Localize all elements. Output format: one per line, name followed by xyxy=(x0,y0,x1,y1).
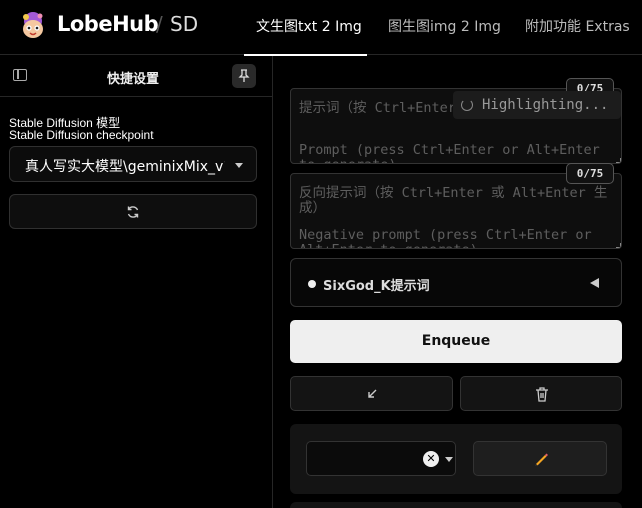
negative-placeholder-zh: 反向提示词（按 Ctrl+Enter 或 Alt+Enter 生成） xyxy=(299,185,608,216)
model-checkpoint-select[interactable]: 真人写实大模型\geminixMix_v10.safetensors xyxy=(9,146,257,182)
model-label: Stable Diffusion 模型 Stable Diffusion che… xyxy=(9,117,154,141)
enqueue-button[interactable]: Enqueue xyxy=(290,320,622,363)
highlight-status: Highlighting... xyxy=(453,91,621,119)
pin-icon xyxy=(238,69,250,82)
chevron-down-icon xyxy=(445,457,453,462)
negative-placeholder-en: Negative prompt (press Ctrl+Enter or Alt… xyxy=(299,227,592,249)
tab-img2img[interactable]: 图生图img 2 Img xyxy=(388,16,501,36)
brand-separator: / xyxy=(156,12,163,36)
styles-select[interactable]: ✕ xyxy=(306,441,456,476)
tab-txt2img[interactable]: 文生图txt 2 Img xyxy=(256,16,362,36)
brand-name: LobeHub xyxy=(57,12,159,36)
next-panel-edge xyxy=(290,502,622,508)
tab-extras[interactable]: 附加功能 Extras xyxy=(525,16,630,36)
chevron-down-icon xyxy=(235,163,243,168)
apply-styles-button[interactable] xyxy=(290,376,453,411)
logo-avatar-icon xyxy=(23,12,43,38)
quick-settings-sidebar: 快捷设置 Stable Diffusion 模型 Stable Diffusio… xyxy=(0,56,273,508)
resize-handle[interactable] xyxy=(616,158,621,163)
styles-panel: ✕ xyxy=(290,424,622,494)
sixgod-label: SixGod_K提示词 xyxy=(323,279,430,294)
negative-prompt-textarea[interactable]: 反向提示词（按 Ctrl+Enter 或 Alt+Enter 生成） Negat… xyxy=(290,173,622,249)
highlight-status-text: Highlighting... xyxy=(482,97,609,113)
resize-handle[interactable] xyxy=(616,243,621,248)
brand-sub: SD xyxy=(170,12,199,36)
spinner-icon xyxy=(461,99,473,111)
sixgod-prompt-accordion[interactable]: SixGod_K提示词 xyxy=(290,258,622,307)
sidebar-header: 快捷设置 xyxy=(0,56,273,97)
arrow-down-left-icon xyxy=(368,389,377,398)
clear-icon[interactable]: ✕ xyxy=(423,451,439,467)
sidebar-title: 快捷设置 xyxy=(106,72,159,87)
refresh-models-button[interactable] xyxy=(9,194,257,229)
model-value: 真人写实大模型\geminixMix_v10.safetensors xyxy=(25,159,225,175)
refresh-icon xyxy=(127,206,139,218)
model-label-en: Stable Diffusion checkpoint xyxy=(9,128,154,142)
trash-icon xyxy=(536,387,548,402)
clear-prompt-button[interactable] xyxy=(460,376,622,411)
triangle-left-icon xyxy=(590,278,599,288)
negative-token-counter: 0/75 xyxy=(566,163,614,184)
bullet-icon xyxy=(308,280,316,288)
edit-styles-button[interactable] xyxy=(473,441,607,476)
app-header: LobeHub / SD 文生图txt 2 Img 图生图img 2 Img 附… xyxy=(0,0,642,56)
pencil-icon xyxy=(535,453,548,466)
prompt-placeholder-en: Prompt (press Ctrl+Enter or Alt+Enter to… xyxy=(299,142,600,164)
pin-button[interactable] xyxy=(232,64,256,88)
